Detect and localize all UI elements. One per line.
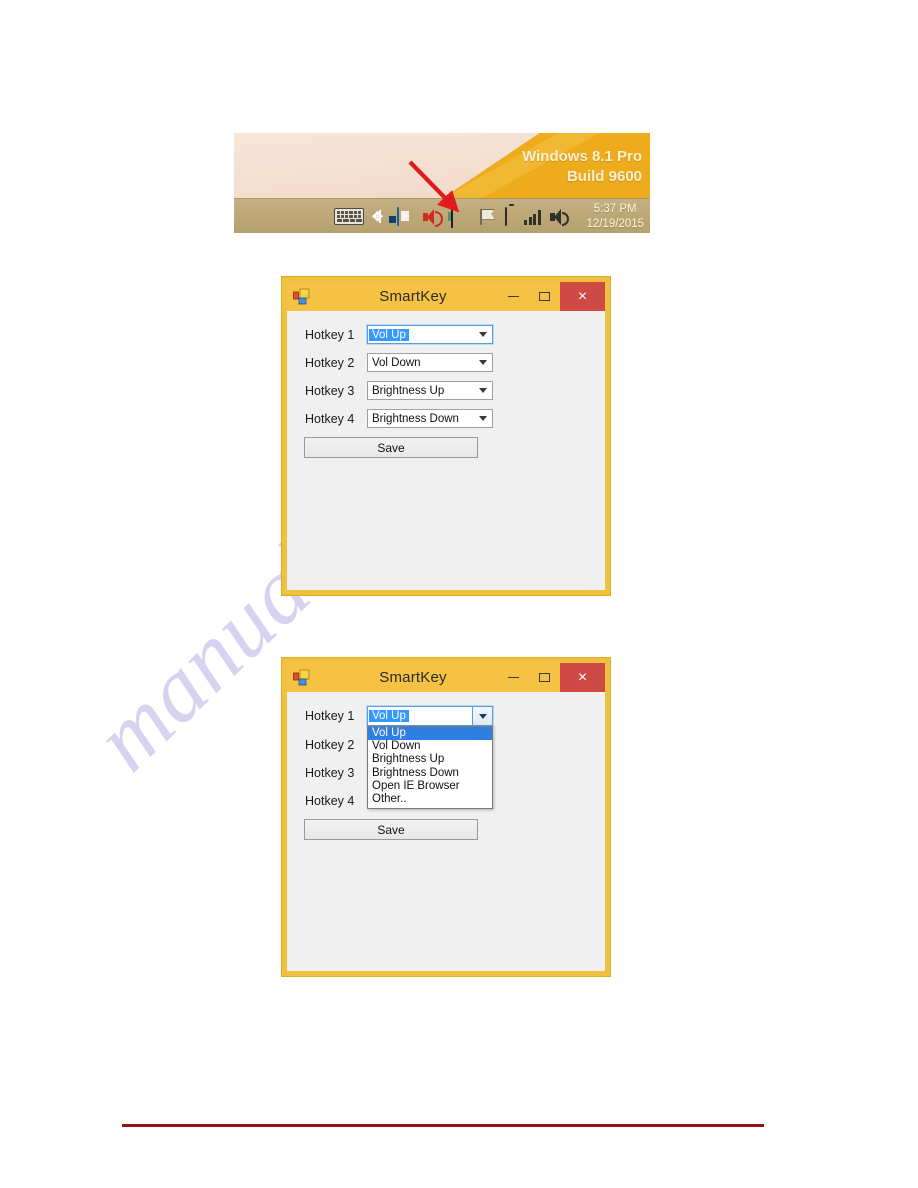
battery-icon[interactable] — [505, 206, 516, 226]
dropdown-option[interactable]: Vol Up — [368, 727, 492, 741]
desktop-wallpaper: Windows 8.1 Pro Build 9600 — [234, 133, 650, 198]
hotkey-row-1: Hotkey 1 Vol Up — [287, 705, 605, 727]
winforms-app-icon — [293, 288, 310, 305]
network-app-icon[interactable] — [397, 206, 415, 226]
flag-icon[interactable] — [479, 208, 497, 226]
clock-date: 12/19/2015 — [586, 217, 644, 230]
hotkey-2-label: Hotkey 2 — [305, 737, 355, 752]
signal-bars-icon[interactable] — [524, 209, 542, 225]
maximize-button-2[interactable] — [529, 663, 560, 692]
close-button-2[interactable]: × — [560, 663, 605, 692]
hotkey-3-combo[interactable]: Brightness Up — [367, 381, 493, 400]
window-controls-2: × — [498, 663, 605, 692]
chevron-down-icon[interactable] — [479, 415, 487, 421]
save-button-1[interactable]: Save — [304, 437, 478, 458]
maximize-button-1[interactable] — [529, 282, 560, 311]
hotkey-3-label: Hotkey 3 — [305, 765, 355, 780]
smartkey-tray-icon[interactable] — [451, 208, 471, 228]
hotkey-1-dropdown-list[interactable]: Vol Up Vol Down Brightness Up Brightness… — [367, 726, 493, 810]
windows-version-watermark: Windows 8.1 Pro Build 9600 — [522, 147, 642, 188]
chevron-down-icon[interactable] — [479, 331, 487, 337]
window-body-2: Hotkey 1 Vol Up Hotkey 2 Hotkey 3 Hotkey… — [287, 692, 605, 971]
dropdown-option[interactable]: Vol Down — [368, 740, 492, 753]
hotkey-4-combo[interactable]: Brightness Down — [367, 409, 493, 428]
hotkey-1-combo[interactable]: Vol Up — [366, 705, 494, 727]
hotkey-2-combo[interactable]: Vol Down — [367, 353, 493, 372]
hotkey-4-label: Hotkey 4 — [305, 411, 355, 426]
titlebar-1: SmartKey × — [287, 282, 605, 311]
hotkey-row-1: Hotkey 1 Vol Up — [287, 324, 605, 345]
close-button-1[interactable]: × — [560, 282, 605, 311]
system-tray: ✥ — [334, 199, 570, 233]
minimize-button-1[interactable] — [498, 282, 529, 311]
hotkey-1-combo[interactable]: Vol Up — [366, 324, 494, 345]
window-body-1: Hotkey 1 Vol Up Hotkey 2 Vol Down Hotkey… — [287, 311, 605, 590]
hotkey-3-value: Brightness Up — [372, 384, 445, 397]
desktop-screenshot-strip: Windows 8.1 Pro Build 9600 ✥ 5:37 PM 12/… — [234, 133, 650, 233]
windows-taskbar: ✥ 5:37 PM 12/19/2015 — [234, 198, 650, 233]
hotkey-row-2: Hotkey 2 Vol Down — [287, 353, 605, 372]
footer-rule — [122, 1124, 764, 1127]
hotkey-2-value: Vol Down — [372, 356, 421, 369]
keyboard-icon[interactable] — [334, 208, 364, 225]
os-build-line: Build 9600 — [566, 168, 642, 186]
hotkey-4-label: Hotkey 4 — [305, 793, 355, 808]
smartkey-window-1: SmartKey × Hotkey 1 Vol Up Hotkey 2 Vol … — [282, 277, 610, 595]
window-controls-1: × — [498, 282, 605, 311]
minimize-button-2[interactable] — [498, 663, 529, 692]
bluetooth-icon[interactable]: ✥ — [372, 207, 389, 226]
chevron-down-icon[interactable] — [479, 387, 487, 393]
chevron-down-icon[interactable] — [479, 359, 487, 365]
save-button-2[interactable]: Save — [304, 819, 478, 840]
smartkey-window-2: SmartKey × Hotkey 1 Vol Up Hotkey 2 Hotk… — [282, 658, 610, 976]
dropdown-option[interactable]: Open IE Browser — [368, 780, 492, 793]
hotkey-1-value: Vol Up — [369, 710, 409, 722]
os-name-line: Windows 8.1 Pro — [522, 148, 642, 165]
hotkey-2-label: Hotkey 2 — [305, 355, 355, 370]
speaker-muted-icon[interactable] — [423, 208, 443, 227]
hotkey-4-value: Brightness Down — [372, 412, 459, 425]
taskbar-clock[interactable]: 5:37 PM 12/19/2015 — [586, 199, 644, 233]
hotkey-1-label: Hotkey 1 — [305, 709, 355, 723]
winforms-app-icon — [293, 669, 310, 686]
chevron-down-icon[interactable] — [472, 707, 492, 725]
dropdown-option[interactable]: Brightness Up — [368, 753, 492, 766]
dropdown-option[interactable]: Other.. — [368, 793, 492, 806]
hotkey-row-4: Hotkey 4 Brightness Down — [287, 409, 605, 428]
clock-time: 5:37 PM — [593, 203, 637, 216]
hotkey-3-label: Hotkey 3 — [305, 383, 355, 398]
hotkey-1-label: Hotkey 1 — [305, 327, 355, 342]
volume-icon[interactable] — [550, 208, 570, 226]
hotkey-1-value: Vol Up — [369, 328, 409, 341]
dropdown-option[interactable]: Brightness Down — [368, 767, 492, 780]
hotkey-row-3: Hotkey 3 Brightness Up — [287, 381, 605, 400]
titlebar-2: SmartKey × — [287, 663, 605, 692]
